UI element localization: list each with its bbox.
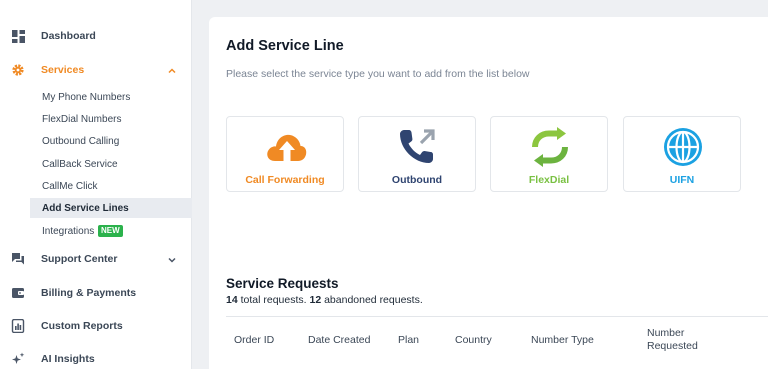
column-header-date-created[interactable]: Date Created [308, 334, 370, 347]
chevron-down-icon[interactable] [166, 253, 178, 265]
sidebar-item-label: Dashboard [41, 30, 96, 42]
sidebar-item-ai-insights[interactable]: AI Insights [0, 348, 192, 369]
sidebar-subitem-label: CallBack Service [42, 158, 118, 170]
sidebar-subitem-label: Outbound Calling [42, 135, 120, 147]
phone-outgoing-icon [396, 125, 440, 169]
service-card-call-forwarding[interactable]: Call Forwarding [226, 116, 344, 192]
sidebar-subitem-callback-service[interactable]: CallBack Service [30, 154, 192, 174]
sidebar-item-custom-reports[interactable]: Custom Reports [0, 315, 192, 337]
abandoned-requests-count: 12 [309, 294, 322, 306]
sidebar: Dashboard Services My Phone Numbers Flex… [0, 0, 192, 369]
sidebar-subitem-label: FlexDial Numbers [42, 113, 122, 125]
service-card-label: Outbound [391, 174, 443, 186]
chevron-up-icon[interactable] [166, 64, 178, 76]
sidebar-subitem-integrations[interactable]: Integrations NEW [30, 221, 192, 241]
chat-bubbles-icon [11, 252, 25, 266]
service-requests-summary: 14 total requests. 12 abandoned requests… [226, 294, 423, 306]
sidebar-item-billing[interactable]: Billing & Payments [0, 282, 192, 304]
main-panel: Add Service Line Please select the servi… [209, 17, 768, 369]
sidebar-item-dashboard[interactable]: Dashboard [0, 25, 192, 47]
column-header-line: Number [647, 327, 685, 339]
gear-icon [11, 63, 25, 77]
refresh-arrows-icon [528, 125, 572, 169]
table-divider [226, 316, 768, 317]
service-card-label: UIFN [669, 174, 695, 186]
abandoned-requests-text: abandoned requests. [321, 294, 423, 306]
column-header-plan[interactable]: Plan [398, 334, 419, 347]
column-header-number-requested[interactable]: Number Requested [647, 327, 698, 353]
total-requests-text: total requests. [237, 294, 310, 306]
sidebar-item-services[interactable]: Services [0, 59, 192, 81]
service-requests-title: Service Requests [226, 276, 339, 291]
report-icon [11, 319, 25, 333]
sidebar-subitem-callme-click[interactable]: CallMe Click [30, 176, 192, 196]
cloud-upload-icon [264, 125, 308, 169]
sidebar-subitem-label: Add Service Lines [42, 202, 129, 214]
sidebar-item-label: Services [41, 64, 85, 76]
service-card-label: FlexDial [528, 174, 570, 186]
column-header-line: Requested [647, 340, 698, 352]
sidebar-subitem-label: My Phone Numbers [42, 91, 131, 103]
service-card-uifn[interactable]: UIFN [623, 116, 741, 192]
globe-icon [661, 125, 705, 169]
column-header-number-type[interactable]: Number Type [531, 334, 594, 347]
sidebar-subitem-my-phone-numbers[interactable]: My Phone Numbers [30, 87, 192, 107]
sidebar-subitem-label: Integrations [42, 225, 95, 237]
sidebar-subitem-flexdial-numbers[interactable]: FlexDial Numbers [30, 109, 192, 129]
page-title: Add Service Line [226, 38, 344, 54]
new-badge: NEW [98, 225, 123, 237]
page-subtitle: Please select the service type you want … [226, 68, 530, 80]
service-card-label: Call Forwarding [245, 174, 325, 186]
sidebar-item-label: Support Center [41, 253, 118, 265]
column-header-country[interactable]: Country [455, 334, 492, 347]
sidebar-subitem-add-service-lines[interactable]: Add Service Lines [30, 198, 192, 218]
service-card-flexdial[interactable]: FlexDial [490, 116, 608, 192]
dashboard-grid-icon [11, 29, 25, 43]
sidebar-subitem-label: CallMe Click [42, 180, 98, 192]
sidebar-subitem-outbound-calling[interactable]: Outbound Calling [30, 131, 192, 151]
sidebar-item-label: Custom Reports [41, 320, 123, 332]
service-card-outbound[interactable]: Outbound [358, 116, 476, 192]
wallet-icon [11, 286, 25, 300]
sidebar-item-label: AI Insights [41, 353, 95, 365]
column-header-order-id[interactable]: Order ID [234, 334, 274, 347]
sparkle-icon [11, 352, 25, 366]
sidebar-item-support-center[interactable]: Support Center [0, 248, 192, 270]
total-requests-count: 14 [226, 294, 238, 306]
sidebar-item-label: Billing & Payments [41, 287, 137, 299]
